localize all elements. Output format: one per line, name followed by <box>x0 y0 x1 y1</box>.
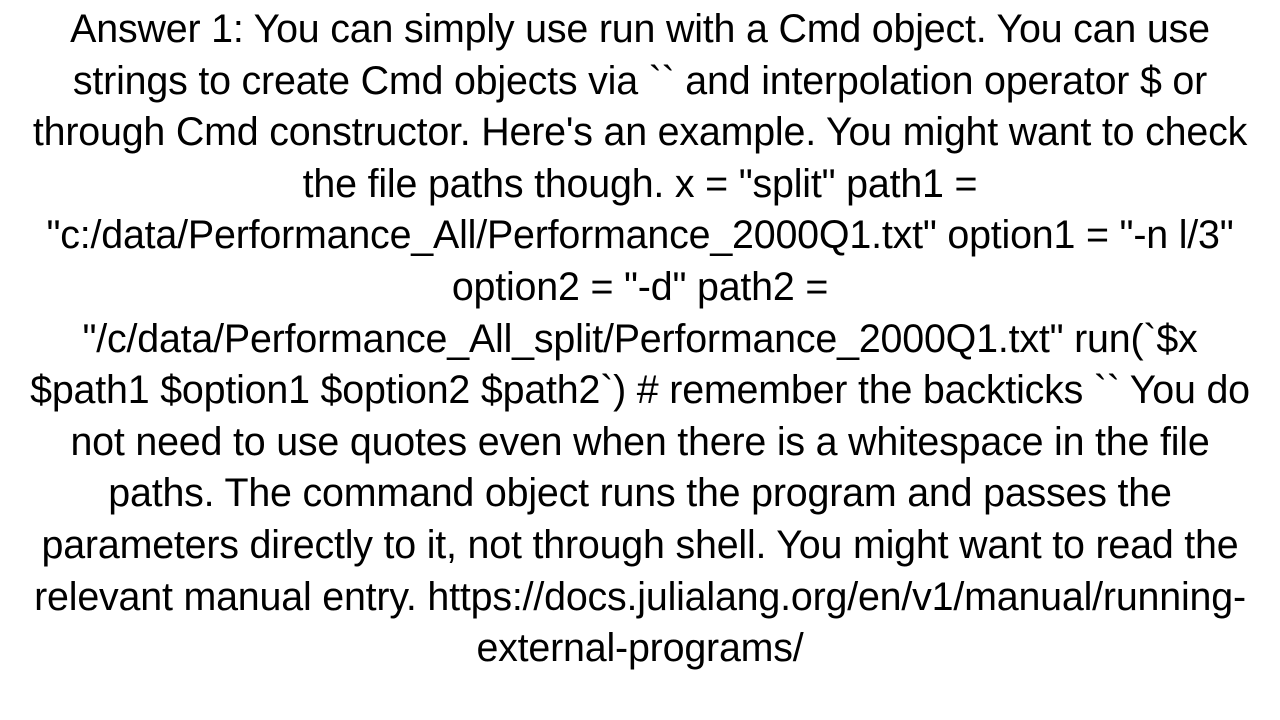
answer-page: Answer 1: You can simply use run with a … <box>0 0 1280 720</box>
answer-text-block: Answer 1: You can simply use run with a … <box>30 7 1250 671</box>
